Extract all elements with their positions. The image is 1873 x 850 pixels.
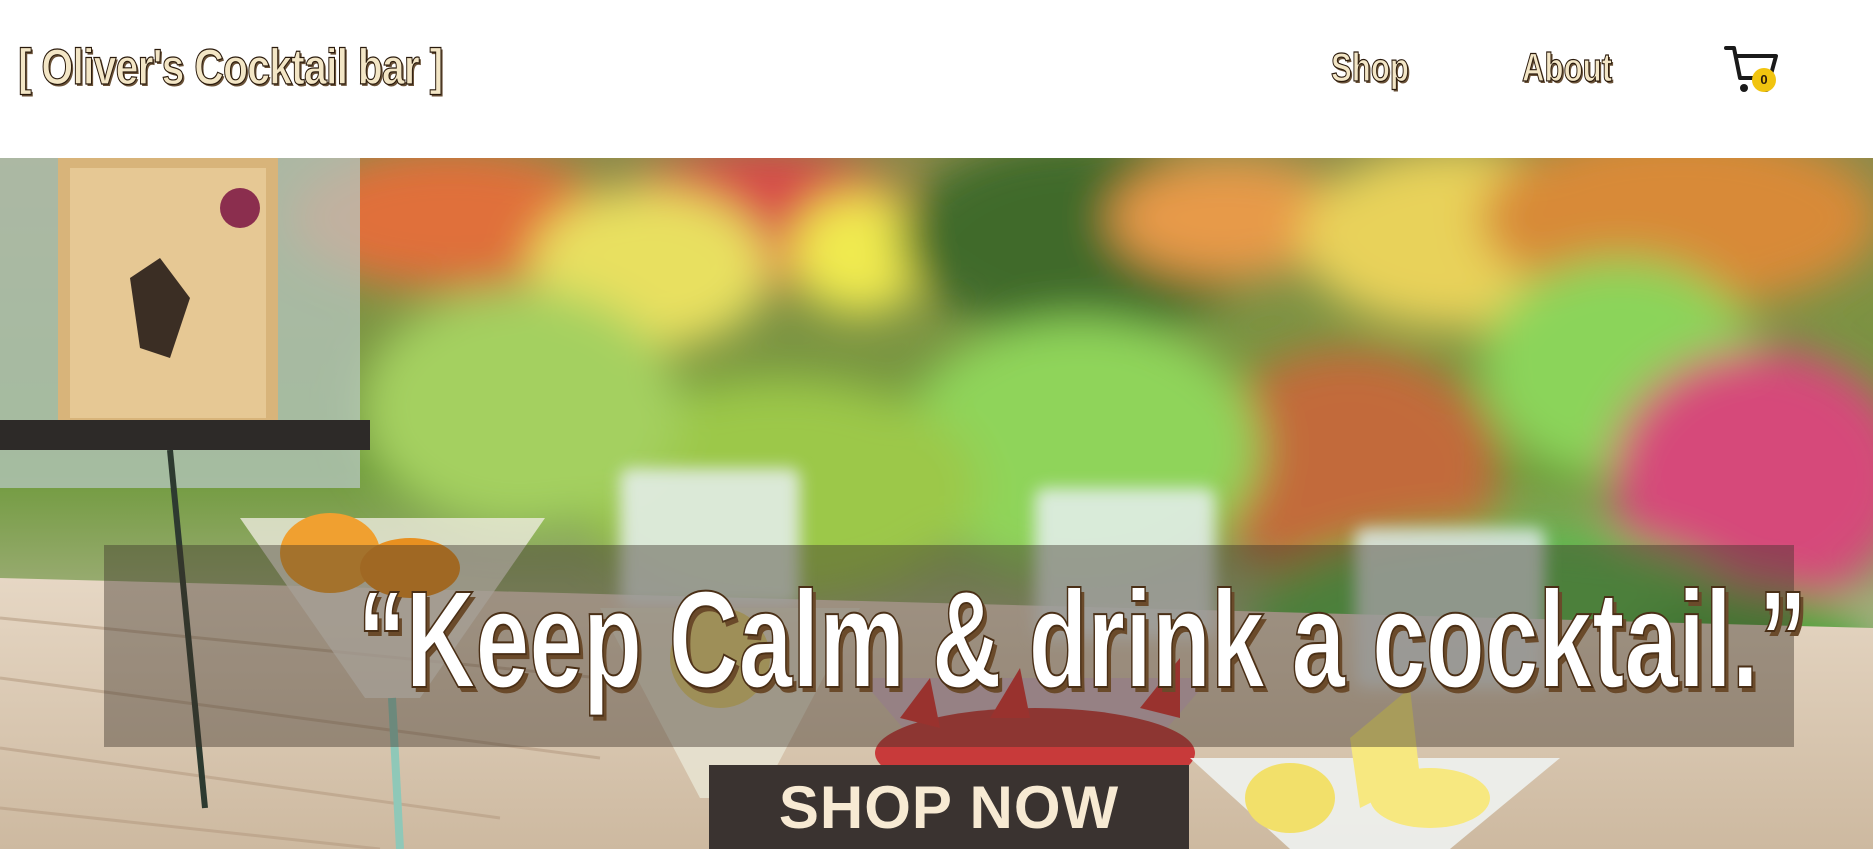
site-header: [ Oliver's Cocktail bar ] Shop About 0 [0,0,1873,158]
nav-shop-link[interactable]: Shop [1331,45,1410,91]
nav-about-link[interactable]: About [1522,45,1613,91]
site-logo[interactable]: [ Oliver's Cocktail bar ] [18,38,444,96]
cart-count-badge: 0 [1752,68,1776,92]
hero-quote: “Keep Calm & drink a cocktail.” [357,562,1808,718]
shop-now-button[interactable]: SHOP NOW [709,765,1189,849]
